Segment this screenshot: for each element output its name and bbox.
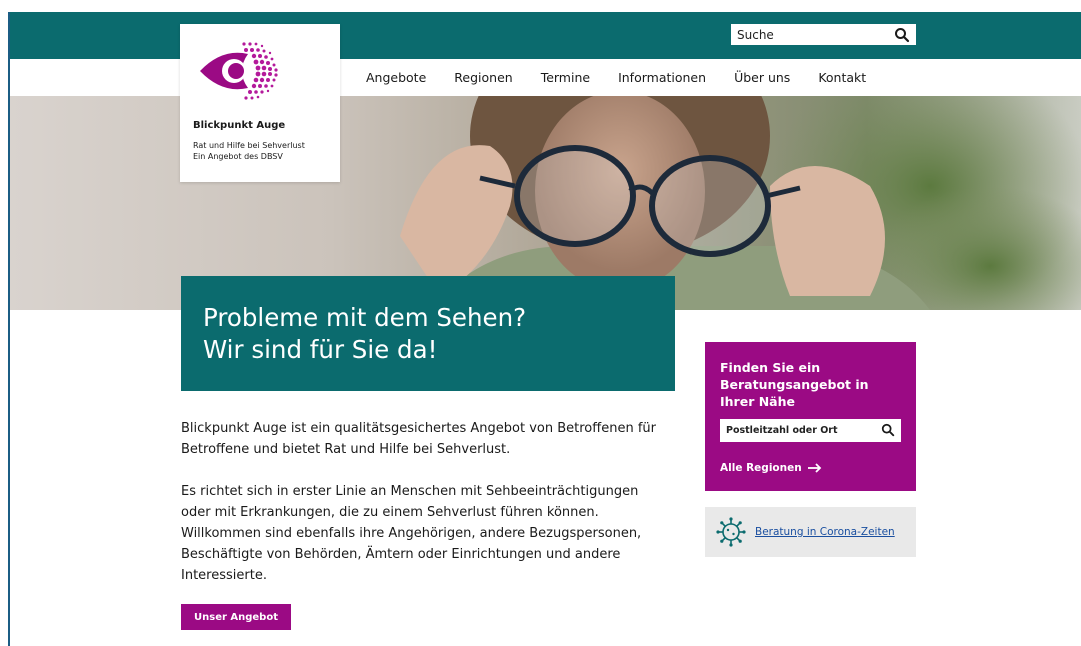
brand-tagline-line2: Ein Angebot des DBSV <box>193 152 283 161</box>
body-text: Es richtet sich in erster Linie an Mensc… <box>181 484 642 583</box>
main-nav: Angebote Regionen Termine Informationen … <box>366 59 894 96</box>
brand-name: Blickpunkt Auge <box>193 120 286 131</box>
nav-item-regionen[interactable]: Regionen <box>454 70 512 85</box>
region-finder: Finden Sie ein Beratungsangebot in Ihrer… <box>705 342 916 491</box>
intro-text: Blickpunkt Auge ist ein qualitätsgesiche… <box>181 421 656 457</box>
alle-regionen-link[interactable]: Alle Regionen <box>720 462 822 474</box>
nav-item-termine[interactable]: Termine <box>541 70 590 85</box>
nav-item-ueber-uns[interactable]: Über uns <box>734 70 790 85</box>
hero-headline-line2: Wir sind für Sie da! <box>203 335 438 364</box>
search-icon[interactable] <box>894 27 910 43</box>
eye-logo-icon <box>200 42 278 100</box>
corona-link[interactable]: Beratung in Corona-Zeiten <box>755 526 895 538</box>
top-bar <box>10 12 1081 59</box>
alle-regionen-label: Alle Regionen <box>720 462 802 474</box>
nav-item-informationen[interactable]: Informationen <box>618 70 706 85</box>
search-input[interactable] <box>731 27 891 42</box>
search-box[interactable] <box>730 23 917 46</box>
finder-search-box[interactable] <box>720 419 901 442</box>
brand-tagline-line1: Rat und Hilfe bei Sehverlust <box>193 141 305 150</box>
nav-item-angebote[interactable]: Angebote <box>366 70 426 85</box>
nav-item-kontakt[interactable]: Kontakt <box>818 70 866 85</box>
hero-headline-line1: Probleme mit dem Sehen? <box>203 303 527 332</box>
search-icon[interactable] <box>881 423 895 437</box>
unser-angebot-button[interactable]: Unser Angebot <box>181 604 291 630</box>
virus-icon <box>716 517 746 547</box>
brand-tagline: Rat und Hilfe bei Sehverlust Ein Angebot… <box>193 140 305 162</box>
corona-box: Beratung in Corona-Zeiten <box>705 507 916 557</box>
finder-title: Finden Sie ein Beratungsangebot in Ihrer… <box>720 360 869 409</box>
hero-headline-box: Probleme mit dem Sehen? Wir sind für Sie… <box>181 276 675 391</box>
postcode-input[interactable] <box>720 425 870 436</box>
arrow-right-icon <box>807 463 821 473</box>
logo-box[interactable]: Blickpunkt Auge Rat und Hilfe bei Sehver… <box>180 24 340 182</box>
